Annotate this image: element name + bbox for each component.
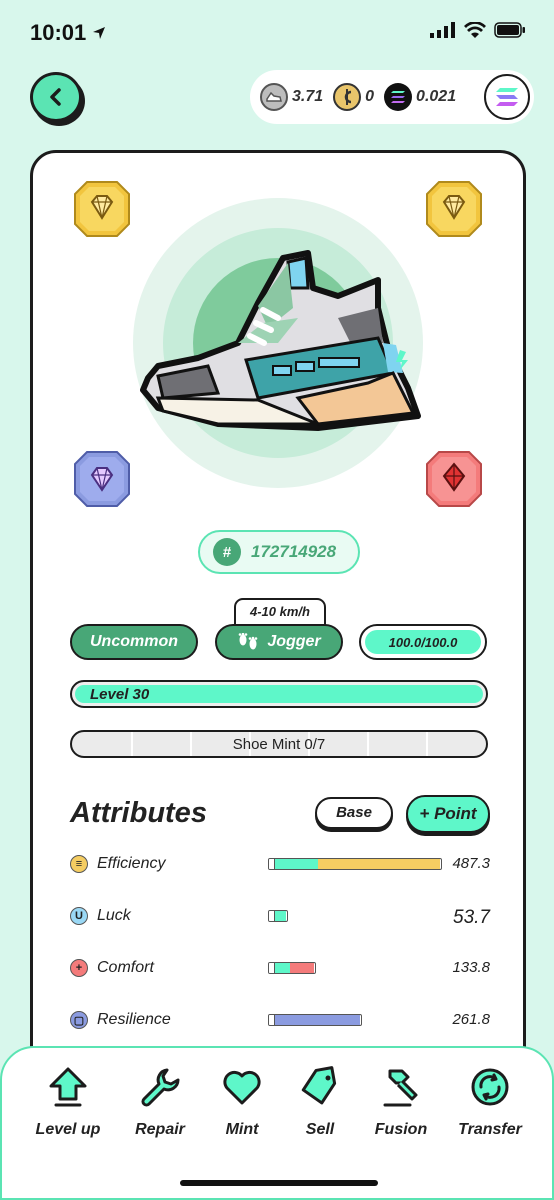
yellow-gem-icon[interactable] <box>423 178 485 240</box>
wallet-balance-bar[interactable]: 3.71 0 0.021 <box>250 70 534 124</box>
durability-bar: 100.0/100.0 <box>359 624 487 660</box>
purple-gem-icon[interactable] <box>71 448 133 510</box>
repair-label: Repair <box>135 1121 185 1138</box>
wifi-icon <box>464 22 486 38</box>
coin-gst: 3.71 <box>260 83 323 111</box>
attribute-base-fill <box>275 911 286 921</box>
clock: 10:01 <box>30 20 106 46</box>
rarity-badge: Uncommon <box>70 624 198 660</box>
sell-button[interactable]: Sell <box>280 1066 360 1139</box>
fusion-label: Fusion <box>374 1121 428 1138</box>
status-bar: 10:01 <box>0 0 554 62</box>
level-label: Level 30 <box>90 686 150 703</box>
transfer-button[interactable]: Transfer <box>450 1066 530 1139</box>
red-gem-icon[interactable] <box>423 448 485 510</box>
mint-label: Mint <box>225 1121 259 1138</box>
transfer-label: Transfer <box>458 1121 522 1138</box>
comfort-icon: + <box>70 959 88 977</box>
battery-icon <box>494 22 525 38</box>
speed-range-tag: 4-10 km/h <box>234 598 326 626</box>
level-up-label: Level up <box>35 1121 101 1138</box>
sell-label: Sell <box>305 1121 335 1138</box>
coin-gmt: 0 <box>333 83 374 111</box>
attribute-name: Resilience <box>97 1011 171 1028</box>
attribute-bar <box>268 910 288 922</box>
durability-fill: 100.0/100.0 <box>365 630 481 654</box>
attribute-bonus-fill <box>318 859 440 869</box>
add-point-button[interactable]: + Point <box>406 795 490 833</box>
signal-icon <box>430 22 455 38</box>
attribute-base-fill <box>275 963 290 973</box>
attribute-name: Comfort <box>97 959 154 976</box>
solana-logo-icon <box>496 88 518 106</box>
resilience-icon: ▢ <box>70 1011 88 1029</box>
hash-icon: # <box>213 538 241 566</box>
efficiency-icon: ≡ <box>70 855 88 873</box>
transfer-icon <box>471 1068 509 1106</box>
coin-gmt-value: 0 <box>365 88 375 105</box>
coin-sol: 0.021 <box>384 83 456 111</box>
sneaker-detail-card: # 172714928 4-10 km/h Uncommon Jogger 10… <box>30 150 526 1150</box>
attribute-base-fill <box>275 859 318 869</box>
clock-time: 10:01 <box>30 20 87 45</box>
attribute-bar <box>268 1014 362 1026</box>
attribute-row-luck: U Luck 53.7 <box>70 903 490 929</box>
attribute-bar <box>268 858 442 870</box>
sneaker-coin-icon <box>260 83 288 111</box>
chevron-left-icon <box>50 88 61 106</box>
coin-gst-value: 3.71 <box>292 88 324 105</box>
repair-button[interactable]: Repair <box>120 1066 200 1139</box>
gmt-coin-icon <box>333 83 362 111</box>
hammer-icon <box>383 1069 418 1107</box>
attribute-name: Luck <box>97 907 131 924</box>
status-icons <box>430 22 526 38</box>
attribute-value: 133.8 <box>452 959 490 976</box>
attributes-heading: Attributes <box>70 797 207 829</box>
sneaker-id-badge: # 172714928 <box>198 530 360 574</box>
sneaker-type-label: Jogger <box>267 633 321 650</box>
action-bar: Level up Repair Mint Sell Fusion Transfe… <box>0 1046 554 1200</box>
level-up-button[interactable]: Level up <box>28 1066 108 1139</box>
back-button[interactable] <box>30 72 82 122</box>
footprints-icon <box>239 633 258 650</box>
attribute-value: 53.7 <box>453 907 490 928</box>
attribute-row-efficiency: ≡ Efficiency 487.3 <box>70 851 490 877</box>
attribute-row-comfort: + Comfort 133.8 <box>70 955 490 981</box>
home-indicator <box>180 1180 378 1186</box>
coin-sol-value: 0.021 <box>416 88 457 105</box>
attribute-bonus-fill <box>275 1015 360 1025</box>
shoe-mint-label: Shoe Mint 0/7 <box>232 736 326 753</box>
level-bar: Level 30 <box>70 680 488 708</box>
location-arrow-icon <box>93 27 106 39</box>
sneaker-type-badge: Jogger <box>215 624 343 660</box>
mint-button[interactable]: Mint <box>202 1066 282 1139</box>
solana-coin-icon <box>384 83 413 111</box>
attribute-bonus-fill <box>290 963 314 973</box>
durability-value: 100.0/100.0 <box>388 634 458 650</box>
base-button[interactable]: Base <box>315 797 393 829</box>
wrench-icon <box>141 1068 180 1107</box>
sneaker-image <box>140 250 421 431</box>
heart-icon <box>223 1070 261 1105</box>
fusion-button[interactable]: Fusion <box>361 1066 441 1139</box>
shoe-mint-bar: Shoe Mint 0/7 <box>70 730 488 758</box>
attribute-value: 487.3 <box>452 855 490 872</box>
arrow-up-icon <box>49 1067 87 1107</box>
attribute-value: 261.8 <box>452 1011 490 1028</box>
attribute-row-resilience: ▢ Resilience 261.8 <box>70 1007 490 1033</box>
yellow-gem-icon[interactable] <box>71 178 133 240</box>
solana-wallet-button[interactable] <box>484 74 530 120</box>
attribute-name: Efficiency <box>97 855 166 872</box>
tag-icon <box>301 1066 337 1105</box>
luck-icon: U <box>70 907 88 925</box>
attribute-bar <box>268 962 316 974</box>
sneaker-id: 172714928 <box>251 542 337 561</box>
